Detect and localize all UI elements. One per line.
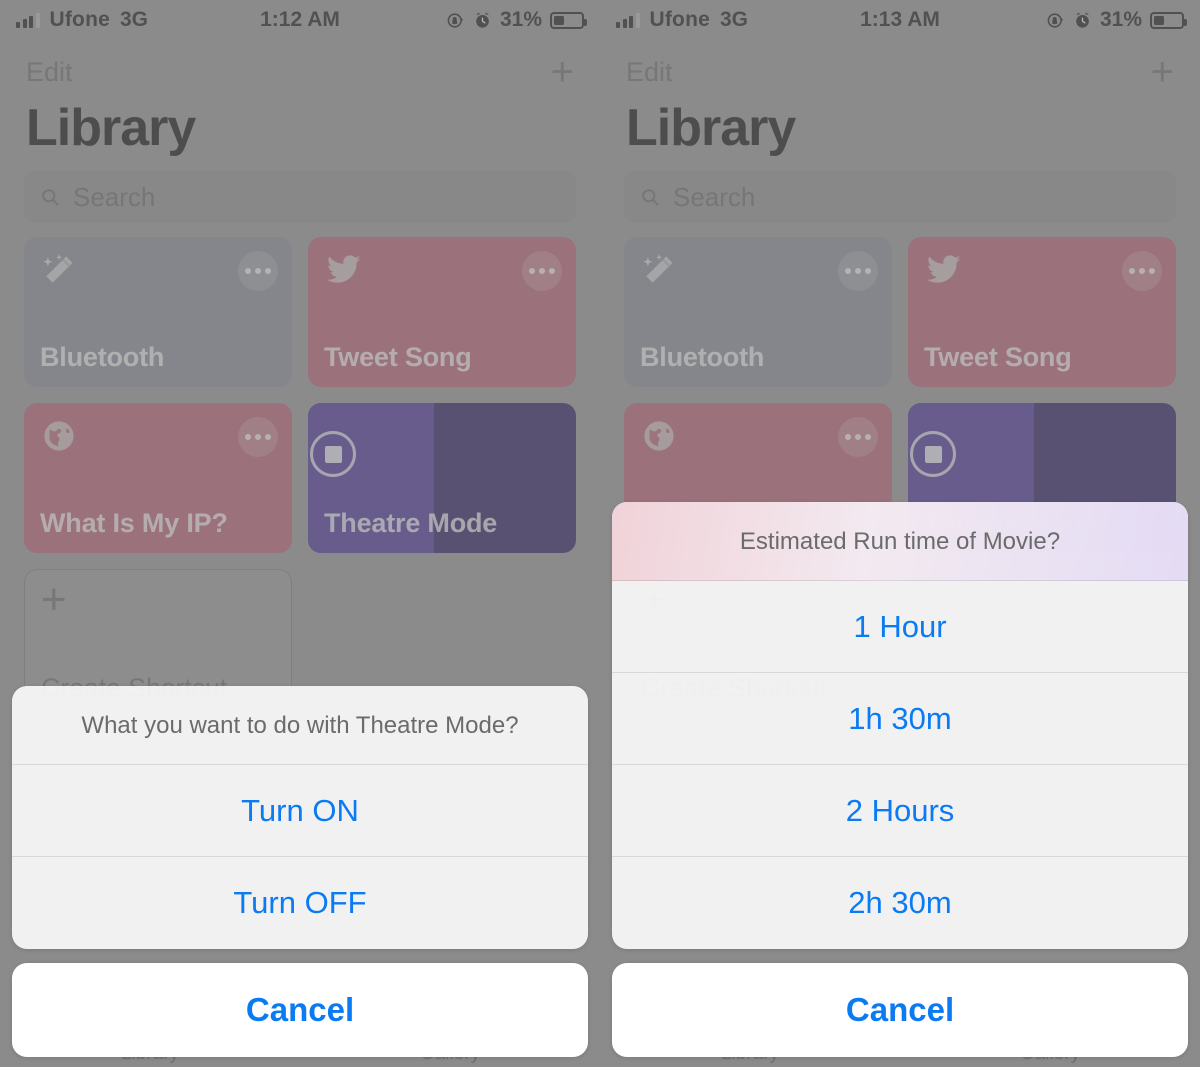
phone-panel-right: Ufone 3G 1:13 AM 31% Edit + Library Sear… bbox=[600, 0, 1200, 1067]
status-bar: Ufone 3G 1:13 AM 31% bbox=[600, 0, 1200, 40]
action-sheet-title: What you want to do with Theatre Mode? bbox=[12, 686, 588, 765]
shortcut-card-label: Theatre Mode bbox=[324, 508, 498, 539]
shortcut-card-tweet-song[interactable]: Tweet Song bbox=[308, 237, 576, 388]
globe-icon bbox=[640, 417, 678, 455]
search-input[interactable]: Search bbox=[24, 171, 576, 224]
edit-button[interactable]: Edit bbox=[26, 57, 73, 88]
status-right-group: 31% bbox=[1046, 8, 1187, 32]
action-sheet: What you want to do with Theatre Mode? T… bbox=[12, 686, 588, 949]
phone-panel-left: Ufone 3G 1:12 AM 31% Edit + Library Sear… bbox=[0, 0, 600, 1067]
shortcut-card-bluetooth[interactable]: Bluetooth bbox=[624, 237, 892, 388]
search-placeholder: Search bbox=[673, 181, 756, 212]
action-sheet-option-turn-on[interactable]: Turn ON bbox=[12, 765, 588, 857]
status-right-group: 31% bbox=[446, 8, 587, 32]
twitter-bird-icon bbox=[324, 251, 362, 289]
more-dots-icon[interactable] bbox=[522, 251, 562, 292]
search-icon bbox=[640, 187, 661, 208]
status-bar: Ufone 3G 1:12 AM 31% bbox=[0, 0, 600, 40]
page-title: Library bbox=[626, 99, 796, 157]
more-dots-icon[interactable] bbox=[1122, 251, 1162, 292]
page-title: Library bbox=[26, 99, 196, 157]
action-sheet: Estimated Run time of Movie? 1 Hour 1h 3… bbox=[612, 502, 1188, 949]
action-sheet-option-2h-30m[interactable]: 2h 30m bbox=[612, 857, 1188, 949]
rotation-lock-icon bbox=[446, 11, 465, 30]
cancel-button[interactable]: Cancel bbox=[612, 963, 1188, 1057]
shortcut-card-label: Bluetooth bbox=[40, 342, 165, 373]
shortcut-card-tweet-song[interactable]: Tweet Song bbox=[908, 237, 1176, 388]
action-sheet-option-1-hour[interactable]: 1 Hour bbox=[612, 581, 1188, 673]
stop-button-icon[interactable] bbox=[310, 431, 356, 478]
shortcut-card-bluetooth[interactable]: Bluetooth bbox=[24, 237, 292, 388]
cancel-button[interactable]: Cancel bbox=[12, 963, 588, 1057]
search-placeholder: Search bbox=[73, 181, 156, 212]
action-sheet-option-turn-off[interactable]: Turn OFF bbox=[12, 857, 588, 949]
battery-percent-label: 31% bbox=[1099, 8, 1142, 31]
action-sheet-layer: Estimated Run time of Movie? 1 Hour 1h 3… bbox=[600, 502, 1200, 1067]
nav-bar: Edit + bbox=[0, 40, 600, 96]
battery-icon bbox=[1150, 11, 1187, 29]
edit-button[interactable]: Edit bbox=[626, 57, 673, 88]
alarm-icon bbox=[1073, 11, 1092, 30]
action-sheet-layer: What you want to do with Theatre Mode? T… bbox=[0, 686, 600, 1067]
magic-wand-icon bbox=[40, 251, 78, 289]
more-dots-icon[interactable] bbox=[838, 417, 878, 458]
shortcut-card-label: Tweet Song bbox=[924, 342, 1072, 373]
nav-bar: Edit + bbox=[600, 40, 1200, 96]
globe-icon bbox=[40, 417, 78, 455]
search-bar-wrap: Search bbox=[0, 157, 600, 224]
dual-screenshot-stage: Ufone 3G 1:12 AM 31% Edit + Library Sear… bbox=[0, 0, 1200, 1067]
battery-icon bbox=[550, 11, 587, 29]
shortcut-card-label: Tweet Song bbox=[324, 342, 472, 373]
more-dots-icon[interactable] bbox=[238, 417, 278, 458]
add-shortcut-icon[interactable]: + bbox=[551, 52, 574, 92]
magic-wand-icon bbox=[640, 251, 678, 289]
shortcut-card-label: Bluetooth bbox=[640, 342, 765, 373]
search-bar-wrap: Search bbox=[600, 157, 1200, 224]
more-dots-icon[interactable] bbox=[838, 251, 878, 292]
shortcut-card-what-is-my-ip[interactable]: What Is My IP? bbox=[24, 403, 292, 554]
alarm-icon bbox=[473, 11, 492, 30]
search-input[interactable]: Search bbox=[624, 171, 1176, 224]
action-sheet-option-2-hours[interactable]: 2 Hours bbox=[612, 765, 1188, 857]
more-dots-icon[interactable] bbox=[238, 251, 278, 292]
twitter-bird-icon bbox=[924, 251, 962, 289]
add-shortcut-icon[interactable]: + bbox=[1151, 52, 1174, 92]
stop-button-icon[interactable] bbox=[910, 431, 956, 478]
shortcut-card-label: What Is My IP? bbox=[40, 508, 228, 539]
action-sheet-option-1h-30m[interactable]: 1h 30m bbox=[612, 673, 1188, 765]
search-icon bbox=[40, 187, 61, 208]
plus-icon: + bbox=[41, 575, 67, 625]
shortcuts-grid: Bluetooth Tweet Song What Is My IP? T bbox=[0, 223, 600, 720]
rotation-lock-icon bbox=[1046, 11, 1065, 30]
shortcut-card-theatre-mode[interactable]: Theatre Mode bbox=[308, 403, 576, 554]
action-sheet-title: Estimated Run time of Movie? bbox=[612, 502, 1188, 581]
battery-percent-label: 31% bbox=[499, 8, 542, 31]
